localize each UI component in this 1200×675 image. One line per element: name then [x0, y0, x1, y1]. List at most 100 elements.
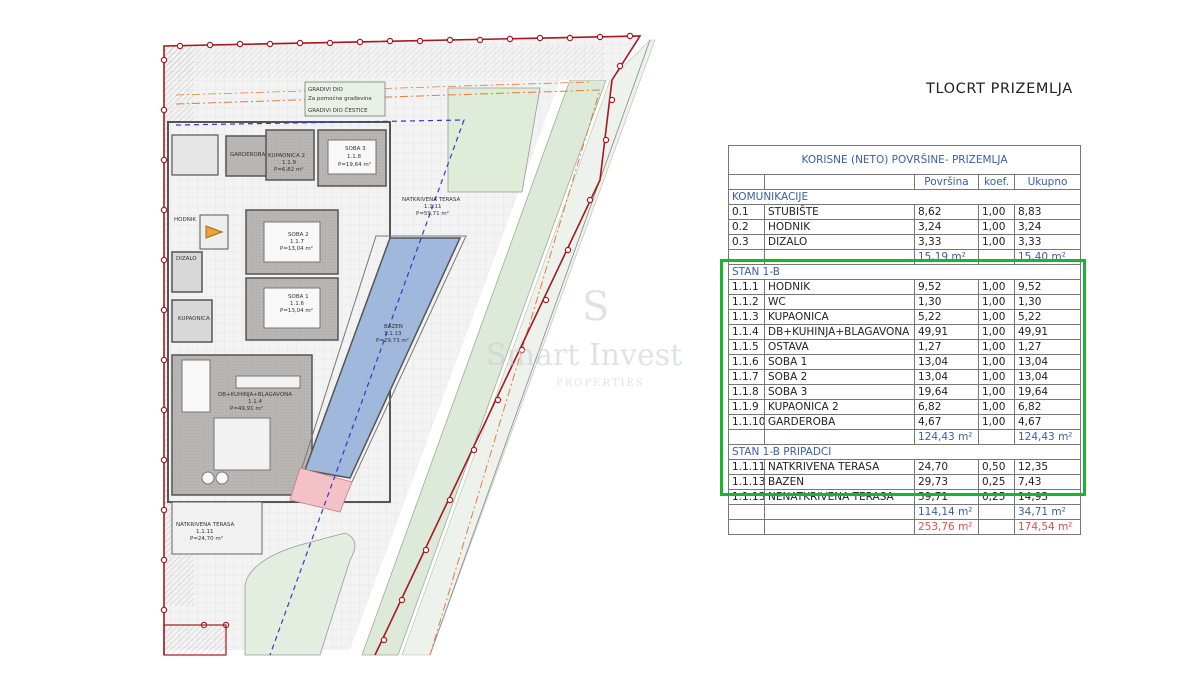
row-code: 1.1.13 — [728, 474, 765, 490]
row-area: 4,67 — [914, 414, 979, 430]
section-stan: STAN 1-B — [727, 264, 1082, 280]
label-bazen: BAZEN — [384, 324, 403, 330]
row-total: 1,27 — [1013, 339, 1082, 355]
table-row: 0.3 DIZALO 3,33 1,00 3,33 — [728, 234, 1082, 250]
subtotal-area: 15,19 m² — [914, 249, 979, 265]
table-row: 1.1.9 KUPAONICA 2 6,82 1,00 6,82 — [728, 399, 1082, 415]
row-area: 24,70 — [914, 459, 979, 475]
label-soba2: SOBA 2 — [288, 232, 309, 238]
row-koef: 1,00 — [978, 339, 1015, 355]
subtotal-row: 15,19 m² 15,40 m² — [728, 249, 1082, 265]
label-soba2-sub: 1.1.7 — [290, 239, 304, 245]
label-bazen-area: P=29,73 m² — [376, 337, 409, 344]
table-row: 1.1.11 NATKRIVENA TERASA 24,70 0,50 12,3… — [728, 459, 1082, 475]
label-hodnik: HODNIK — [174, 217, 196, 223]
label-natkrivena-terasa-top: NATKRIVENA TERASA — [402, 197, 461, 203]
row-code: 1.1.4 — [728, 324, 765, 340]
row-name: SOBA 1 — [764, 354, 915, 370]
row-koef: 0,25 — [978, 474, 1015, 490]
subtotal-row: 114,14 m² 34,71 m² — [728, 504, 1082, 520]
row-total: 19,64 — [1013, 384, 1082, 400]
row-area: 1,27 — [914, 339, 979, 355]
grand-total-total: 174,54 m² — [1013, 519, 1082, 535]
row-koef: 1,00 — [978, 324, 1015, 340]
row-total: 14,93 — [1013, 489, 1082, 505]
table-row: 1.1.10 GARDEROBA 4,67 1,00 4,67 — [728, 414, 1082, 430]
row-koef: 1,00 — [978, 354, 1015, 370]
col-header-total: Ukupno — [1013, 174, 1082, 190]
row-name: BAZEN — [764, 474, 915, 490]
label-db-kuhinja: DB+KUHINJA+BLAGAVONA — [218, 392, 292, 398]
row-code: 0.2 — [728, 219, 765, 235]
label-soba2-area: P=13,04 m² — [280, 245, 313, 252]
label-db-kuhinja-area: P=49,91 m² — [230, 405, 263, 412]
row-area: 3,24 — [914, 219, 979, 235]
col-header-koef: koef. — [978, 174, 1015, 190]
floor-plan: GRADIVI DIO Za pomoćne građevine GRADIVI… — [160, 32, 656, 656]
section-pripadci: STAN 1-B PRIPADCI — [727, 444, 1082, 460]
label-bazen-sub: 1.1.13 — [384, 331, 402, 337]
row-koef: 1,00 — [978, 234, 1015, 250]
grand-total-row: 253,76 m² 174,54 m² — [728, 519, 1082, 535]
row-total: 1,30 — [1013, 294, 1082, 310]
row-total: 5,22 — [1013, 309, 1082, 325]
row-koef: 1,00 — [978, 384, 1015, 400]
row-name: STUBIŠTE — [764, 204, 915, 220]
row-total: 3,33 — [1013, 234, 1082, 250]
subtotal-total: 124,43 m² — [1013, 429, 1082, 445]
grand-total-area: 253,76 m² — [914, 519, 979, 535]
row-area: 29,73 — [914, 474, 979, 490]
row-code: 1.1.6 — [728, 354, 765, 370]
row-total: 9,52 — [1013, 279, 1082, 295]
label-natkrivena-terasa-top-area: P=59,71 m² — [416, 210, 449, 217]
row-area: 9,52 — [914, 279, 979, 295]
row-name: KUPAONICA — [764, 309, 915, 325]
table-row: 1.1.7 SOBA 2 13,04 1,00 13,04 — [728, 369, 1082, 385]
row-code: 1.1.10 — [728, 414, 765, 430]
subtotal-area: 114,14 m² — [914, 504, 979, 520]
row-area: 8,62 — [914, 204, 979, 220]
row-name: NENATKRIVENA TERASA — [764, 489, 915, 505]
row-name: KUPAONICA 2 — [764, 399, 915, 415]
table-caption: KORISNE (NETO) POVRŠINE- PRIZEMLJA — [727, 145, 1082, 175]
subtotal-total: 15,40 m² — [1013, 249, 1082, 265]
row-name: SOBA 2 — [764, 369, 915, 385]
row-koef: 0,25 — [978, 489, 1015, 505]
section-title: STAN 1-B — [727, 264, 1082, 280]
label-natkrivena-terasa-sub: 1.1.11 — [196, 529, 214, 535]
subtotal-row: 124,43 m² 124,43 m² — [728, 429, 1082, 445]
row-area: 6,82 — [914, 399, 979, 415]
row-total: 3,24 — [1013, 219, 1082, 235]
col-header-name — [764, 174, 915, 190]
table-row: 0.1 STUBIŠTE 8,62 1,00 8,83 — [728, 204, 1082, 220]
label-garderoba: GARDEROBA — [230, 152, 265, 158]
label-soba3: SOBA 3 — [345, 146, 366, 152]
row-code: 1.1.3 — [728, 309, 765, 325]
table-row: 1.1.3 KUPAONICA 5,22 1,00 5,22 — [728, 309, 1082, 325]
subtotal-total: 34,71 m² — [1013, 504, 1082, 520]
row-code: 1.1.8 — [728, 384, 765, 400]
row-name: WC — [764, 294, 915, 310]
row-code: 1.1.13 — [728, 489, 765, 505]
row-area: 1,30 — [914, 294, 979, 310]
label-soba1: SOBA 1 — [288, 294, 309, 300]
row-koef: 1,00 — [978, 294, 1015, 310]
row-koef: 1,00 — [978, 219, 1015, 235]
row-code: 1.1.5 — [728, 339, 765, 355]
label-natkrivena-terasa-top-sub: 1.1.11 — [424, 204, 442, 210]
row-koef: 0,50 — [978, 459, 1015, 475]
label-kupaonica2: KUPAONICA 2 — [268, 153, 305, 159]
row-name: OSTAVA — [764, 339, 915, 355]
table-row: 1.1.4 DB+KUHINJA+BLAGAVONA 49,91 1,00 49… — [728, 324, 1082, 340]
label-soba3-sub: 1.1.8 — [347, 154, 361, 160]
section-title: KOMUNIKACIJE — [727, 189, 1082, 205]
section-komunikacije: KOMUNIKACIJE — [727, 189, 1082, 205]
row-name: HODNIK — [764, 279, 915, 295]
row-area: 3,33 — [914, 234, 979, 250]
table-row: 1.1.13 NENATKRIVENA TERASA 59,71 0,25 14… — [728, 489, 1082, 505]
row-name: DIZALO — [764, 234, 915, 250]
col-header-area: Površina — [914, 174, 979, 190]
row-koef: 1,00 — [978, 309, 1015, 325]
row-area: 49,91 — [914, 324, 979, 340]
table-row: 1.1.1 HODNIK 9,52 1,00 9,52 — [728, 279, 1082, 295]
